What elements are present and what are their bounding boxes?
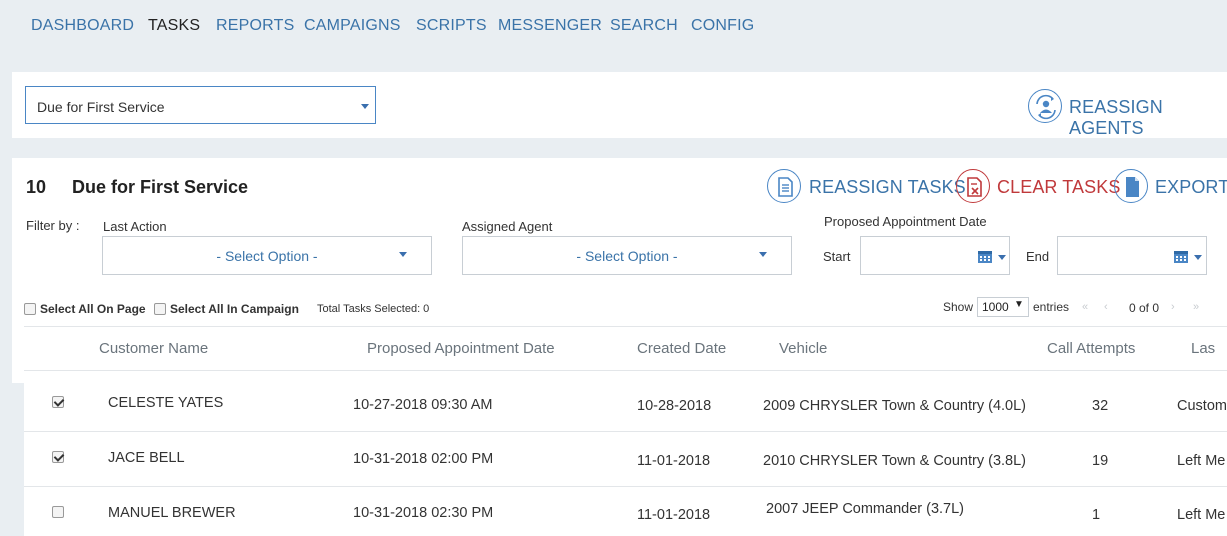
assigned-agent-label: Assigned Agent <box>462 219 553 234</box>
next-page-button[interactable]: › <box>1171 301 1175 313</box>
assigned-agent-value: - Select Option - <box>576 248 678 264</box>
cell-created-date: 11-01-2018 <box>637 507 711 523</box>
chevron-down-icon <box>998 255 1006 260</box>
campaign-select[interactable]: Due for First Service <box>25 86 376 124</box>
chevron-down-icon <box>1194 255 1202 260</box>
cell-vehicle: 2009 CHRYSLER Town & Country (4.0L) <box>763 398 1027 414</box>
task-count: 10 <box>26 177 47 197</box>
row-checkbox[interactable] <box>52 396 64 408</box>
filter-by-label: Filter by : <box>26 218 80 233</box>
row-divider <box>24 486 1227 487</box>
proposed-date-label: Proposed Appointment Date <box>824 214 987 229</box>
chevron-down-icon: ▼ <box>1014 299 1024 310</box>
col-call-attempts[interactable]: Call Attempts <box>1047 340 1135 357</box>
row-divider <box>24 431 1227 432</box>
cell-proposed-date: 10-27-2018 09:30 AM <box>353 397 493 413</box>
entries-label: entries <box>1033 300 1070 314</box>
calendar-icon[interactable] <box>1173 248 1189 264</box>
chevron-down-icon <box>759 252 767 257</box>
last-action-value: - Select Option - <box>216 248 318 264</box>
nav-config[interactable]: CONFIG <box>691 17 754 35</box>
col-created-date[interactable]: Created Date <box>637 340 726 357</box>
page-title: Due for First Service <box>72 177 249 197</box>
select-all-page-label[interactable]: Select All On Page <box>40 302 146 316</box>
first-page-button[interactable]: « <box>1082 301 1088 313</box>
nav-campaigns[interactable]: CAMPAIGNS <box>304 17 401 35</box>
calendar-icon[interactable] <box>977 248 993 264</box>
nav-reports[interactable]: REPORTS <box>216 17 294 35</box>
col-vehicle[interactable]: Vehicle <box>779 340 827 357</box>
cell-created-date: 11-01-2018 <box>637 453 711 469</box>
row-checkbox[interactable] <box>52 506 64 518</box>
table-border <box>24 326 1227 327</box>
nav-search[interactable]: SEARCH <box>610 17 678 35</box>
header-divider <box>24 370 1227 371</box>
export-button[interactable]: EXPORT <box>1155 177 1227 198</box>
reassign-tasks-icon[interactable] <box>767 169 801 203</box>
cell-proposed-date: 10-31-2018 02:30 PM <box>353 505 494 521</box>
select-all-campaign-label[interactable]: Select All In Campaign <box>170 302 299 316</box>
export-icon[interactable] <box>1114 169 1148 203</box>
cell-vehicle: 2007 JEEP Commander (3.7L) <box>766 501 965 517</box>
reassign-agents-button[interactable]: REASSIGN AGENTS <box>1069 97 1227 139</box>
cell-last-action: Custom <box>1177 398 1227 414</box>
select-all-page-checkbox[interactable] <box>24 303 36 315</box>
top-nav: DASHBOARD TASKS REPORTS CAMPAIGNS SCRIPT… <box>0 0 1227 54</box>
cell-call-attempts: 19 <box>1092 453 1109 469</box>
col-proposed-date[interactable]: Proposed Appointment Date <box>367 340 555 357</box>
show-label: Show <box>943 300 974 314</box>
col-customer-name[interactable]: Customer Name <box>99 340 208 357</box>
nav-tasks[interactable]: TASKS <box>148 17 200 35</box>
row-checkbox[interactable] <box>52 451 64 463</box>
end-label: End <box>1026 249 1050 264</box>
last-page-button[interactable]: » <box>1193 301 1199 313</box>
cell-proposed-date: 10-31-2018 02:00 PM <box>353 451 494 467</box>
select-all-campaign-checkbox[interactable] <box>154 303 166 315</box>
cell-call-attempts: 32 <box>1092 398 1109 414</box>
chevron-down-icon <box>399 252 407 257</box>
cell-customer-name[interactable]: MANUEL BREWER <box>108 505 236 521</box>
cell-customer-name[interactable]: JACE BELL <box>108 450 185 466</box>
col-last-action[interactable]: Las <box>1191 340 1215 357</box>
nav-scripts[interactable]: SCRIPTS <box>416 17 487 35</box>
clear-tasks-icon[interactable] <box>956 169 990 203</box>
cell-last-action: Left Me <box>1177 453 1226 469</box>
cell-customer-name[interactable]: CELESTE YATES <box>108 395 223 411</box>
cell-vehicle: 2010 CHRYSLER Town & Country (3.8L) <box>763 453 1027 469</box>
assigned-agent-select[interactable]: - Select Option - <box>462 236 792 275</box>
reassign-tasks-button[interactable]: REASSIGN TASKS <box>809 177 966 198</box>
total-selected-text: Total Tasks Selected: 0 <box>317 303 430 315</box>
last-action-select[interactable]: - Select Option - <box>102 236 432 275</box>
page-range-text: 0 of 0 <box>1129 301 1160 315</box>
chevron-down-icon <box>361 104 369 109</box>
page-size-value: 1000 <box>982 300 1009 314</box>
page-size-select[interactable]: 1000 ▼ <box>977 297 1029 317</box>
prev-page-button[interactable]: ‹ <box>1104 301 1108 313</box>
nav-dashboard[interactable]: DASHBOARD <box>31 17 134 35</box>
nav-messenger[interactable]: MESSENGER <box>498 17 602 35</box>
end-date-input[interactable] <box>1057 236 1207 275</box>
cell-last-action: Left Me <box>1177 507 1226 523</box>
cell-created-date: 10-28-2018 <box>637 398 712 414</box>
campaign-select-value: Due for First Service <box>37 99 165 115</box>
last-action-label: Last Action <box>103 219 167 234</box>
start-label: Start <box>823 249 851 264</box>
cell-call-attempts: 1 <box>1092 507 1101 523</box>
reassign-agents-icon[interactable] <box>1028 89 1062 123</box>
clear-tasks-button[interactable]: CLEAR TASKS <box>997 177 1120 198</box>
start-date-input[interactable] <box>860 236 1010 275</box>
